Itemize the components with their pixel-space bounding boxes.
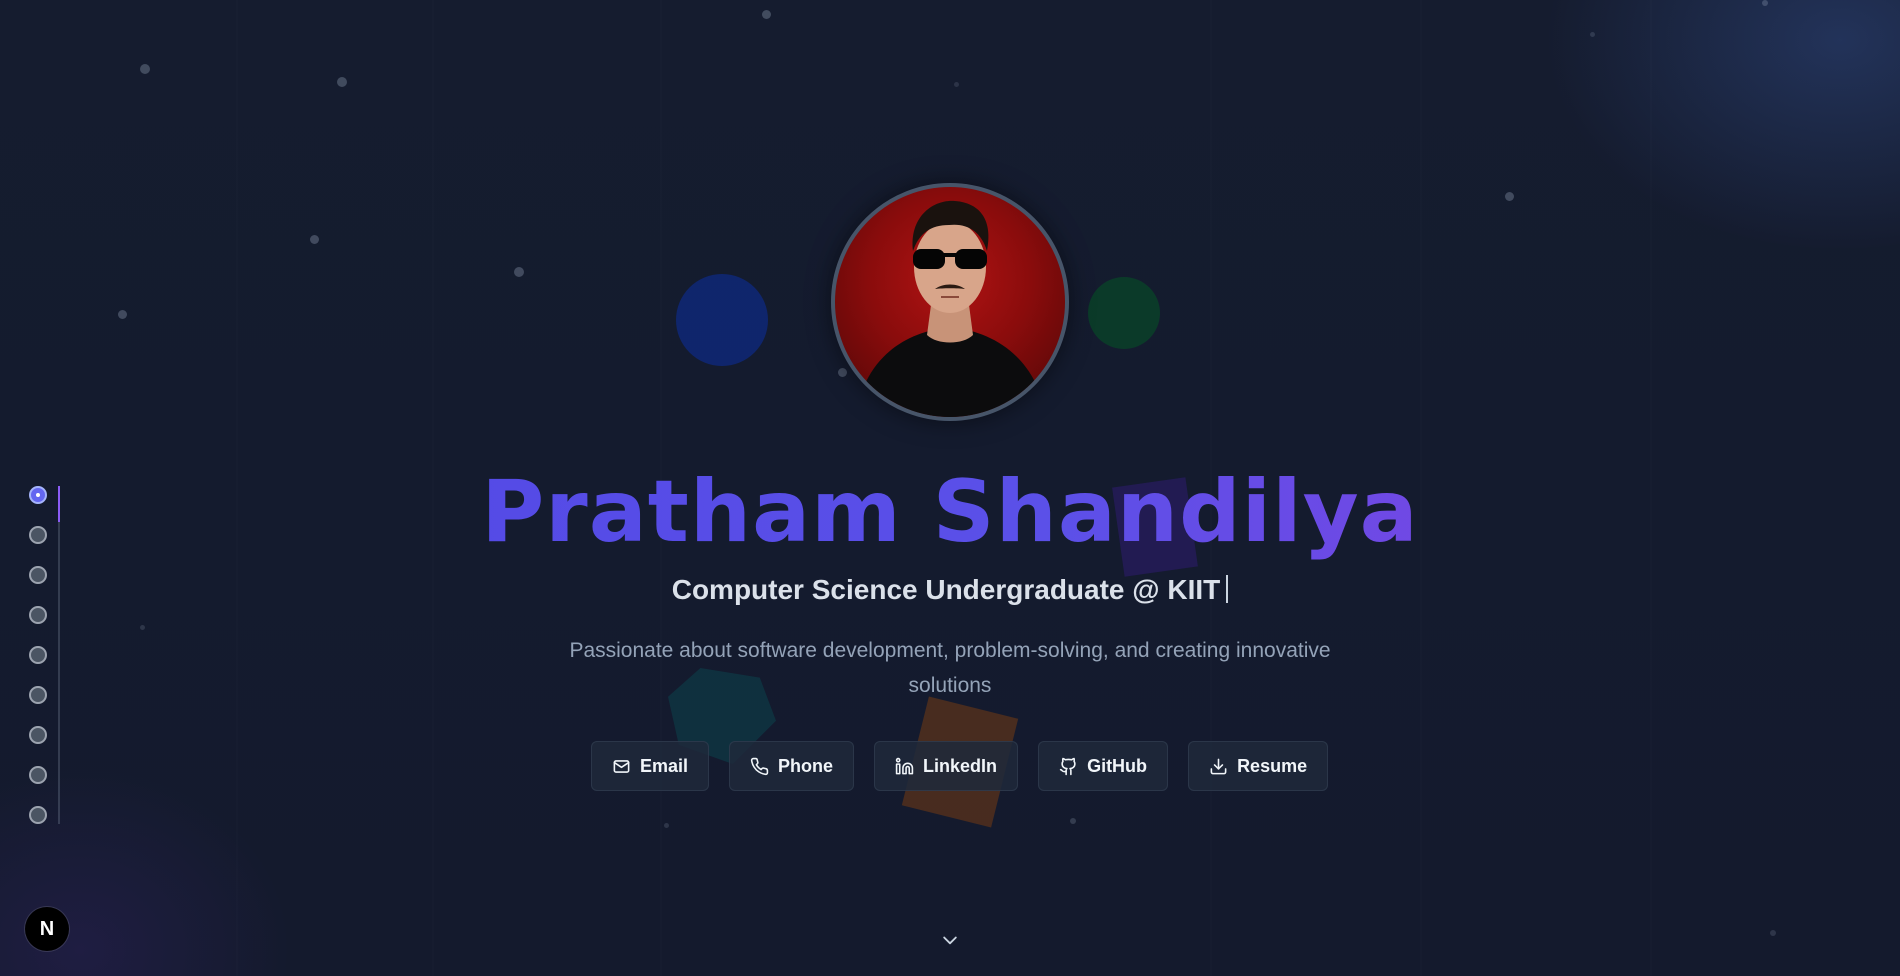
linkedin-label: LinkedIn	[923, 755, 998, 776]
hero-subtitle-text: Computer Science Undergraduate @ KIIT	[671, 574, 1221, 605]
github-icon	[1059, 757, 1076, 775]
github-button[interactable]: GitHub	[1038, 741, 1169, 791]
phone-button[interactable]: Phone	[729, 741, 855, 791]
section-nav-dot-4[interactable]	[29, 606, 47, 624]
download-icon	[1210, 758, 1227, 774]
phone-label: Phone	[778, 755, 834, 776]
email-button[interactable]: Email	[591, 741, 710, 791]
section-nav-dot-7[interactable]	[29, 726, 47, 744]
linkedin-icon	[895, 757, 914, 774]
resume-button[interactable]: Resume	[1188, 741, 1329, 791]
section-nav-dot-6[interactable]	[29, 686, 47, 704]
section-nav-dot-8[interactable]	[29, 766, 47, 784]
avatar	[831, 183, 1069, 421]
contact-links: Email Phone LinkedIn GitHub Resume	[591, 741, 1329, 791]
hero-subtitle: Computer Science Undergraduate @ KIIT	[0, 574, 1900, 606]
profile-photo-icon	[855, 200, 1047, 417]
typing-cursor	[1226, 575, 1229, 603]
hero-name: Pratham Shandilya	[0, 462, 1900, 562]
email-label: Email	[640, 755, 689, 776]
nextjs-badge[interactable]: N	[25, 907, 69, 951]
linkedin-button[interactable]: LinkedIn	[874, 741, 1019, 791]
phone-icon	[750, 757, 769, 775]
scroll-down-chevron-icon[interactable]	[940, 930, 960, 950]
nextjs-badge-label: N	[39, 917, 55, 940]
mail-icon	[613, 759, 630, 773]
resume-label: Resume	[1237, 755, 1308, 776]
section-nav-dot-5[interactable]	[29, 646, 47, 664]
hero-tagline: Passionate about software development, p…	[569, 639, 1331, 697]
github-label: GitHub	[1087, 755, 1148, 776]
section-nav-dot-9[interactable]	[29, 806, 47, 824]
